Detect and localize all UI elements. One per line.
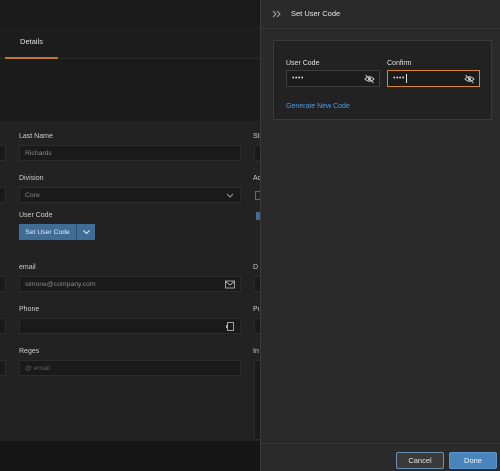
top-bar [0,0,260,26]
phone-field[interactable] [19,318,241,334]
done-button[interactable]: Done [449,452,497,469]
set-user-code-dropdown[interactable] [77,224,95,240]
reges-label: Reges [19,348,40,355]
confirm-label: Confirm [387,60,412,67]
panel-header: Set User Code [261,0,500,29]
right-col-label: D [253,264,259,271]
last-name-field[interactable]: Richards [19,145,241,161]
reges-field[interactable]: @ email [19,360,241,376]
left-field-stub[interactable] [0,318,6,334]
phone-icon[interactable] [225,322,235,331]
confirm-input[interactable]: •••• [387,70,480,87]
collapse-icon[interactable] [272,9,282,19]
text-caret [405,74,407,83]
eye-slash-icon[interactable] [464,74,475,84]
right-col-label: In [253,348,259,355]
right-col-label: Pi [253,306,260,313]
email-field[interactable]: simone@company.com [19,276,241,292]
division-label: Division [19,175,44,182]
generate-new-code-link[interactable]: Generate New Code [286,103,350,110]
bottom-strip [0,441,260,471]
envelope-icon[interactable] [225,280,235,289]
confirm-value: •••• [393,75,405,82]
user-code-card: User Code •••• Confirm •••• Generate New… [273,40,492,120]
chevron-down-icon [226,193,234,198]
set-user-code-split-button[interactable]: Set User Code [19,224,95,240]
panel-title: Set User Code [291,9,341,18]
division-select[interactable]: Core [19,187,241,203]
tab-bar: Details [0,26,260,59]
right-col-label: St [253,133,260,140]
email-label: email [19,264,36,271]
user-code-value: •••• [292,75,304,82]
eye-slash-icon[interactable] [364,74,375,84]
chevron-down-icon [82,230,90,235]
sub-header [0,59,260,121]
background-page: Details Last Name Richards St Division C… [0,0,260,471]
user-code-input[interactable]: •••• [286,70,380,87]
cancel-button[interactable]: Cancel [396,452,444,469]
panel-footer: Cancel Done [261,443,500,471]
email-value: simone@company.com [25,280,96,288]
user-code-label: User Code [19,212,53,219]
left-field-stub[interactable] [0,187,6,203]
left-field-stub[interactable] [0,360,6,376]
panel-user-code-label: User Code [286,60,320,67]
left-field-stub[interactable] [0,145,6,161]
right-col-label: Ac [253,175,260,182]
set-user-code-button[interactable]: Set User Code [19,224,77,240]
tab-details[interactable]: Details [5,26,58,59]
set-user-code-panel: Set User Code User Code •••• Confirm •••… [260,0,500,471]
left-field-stub[interactable] [0,276,6,292]
phone-label: Phone [19,306,40,313]
division-value: Core [25,191,40,199]
last-name-label: Last Name [19,133,53,140]
